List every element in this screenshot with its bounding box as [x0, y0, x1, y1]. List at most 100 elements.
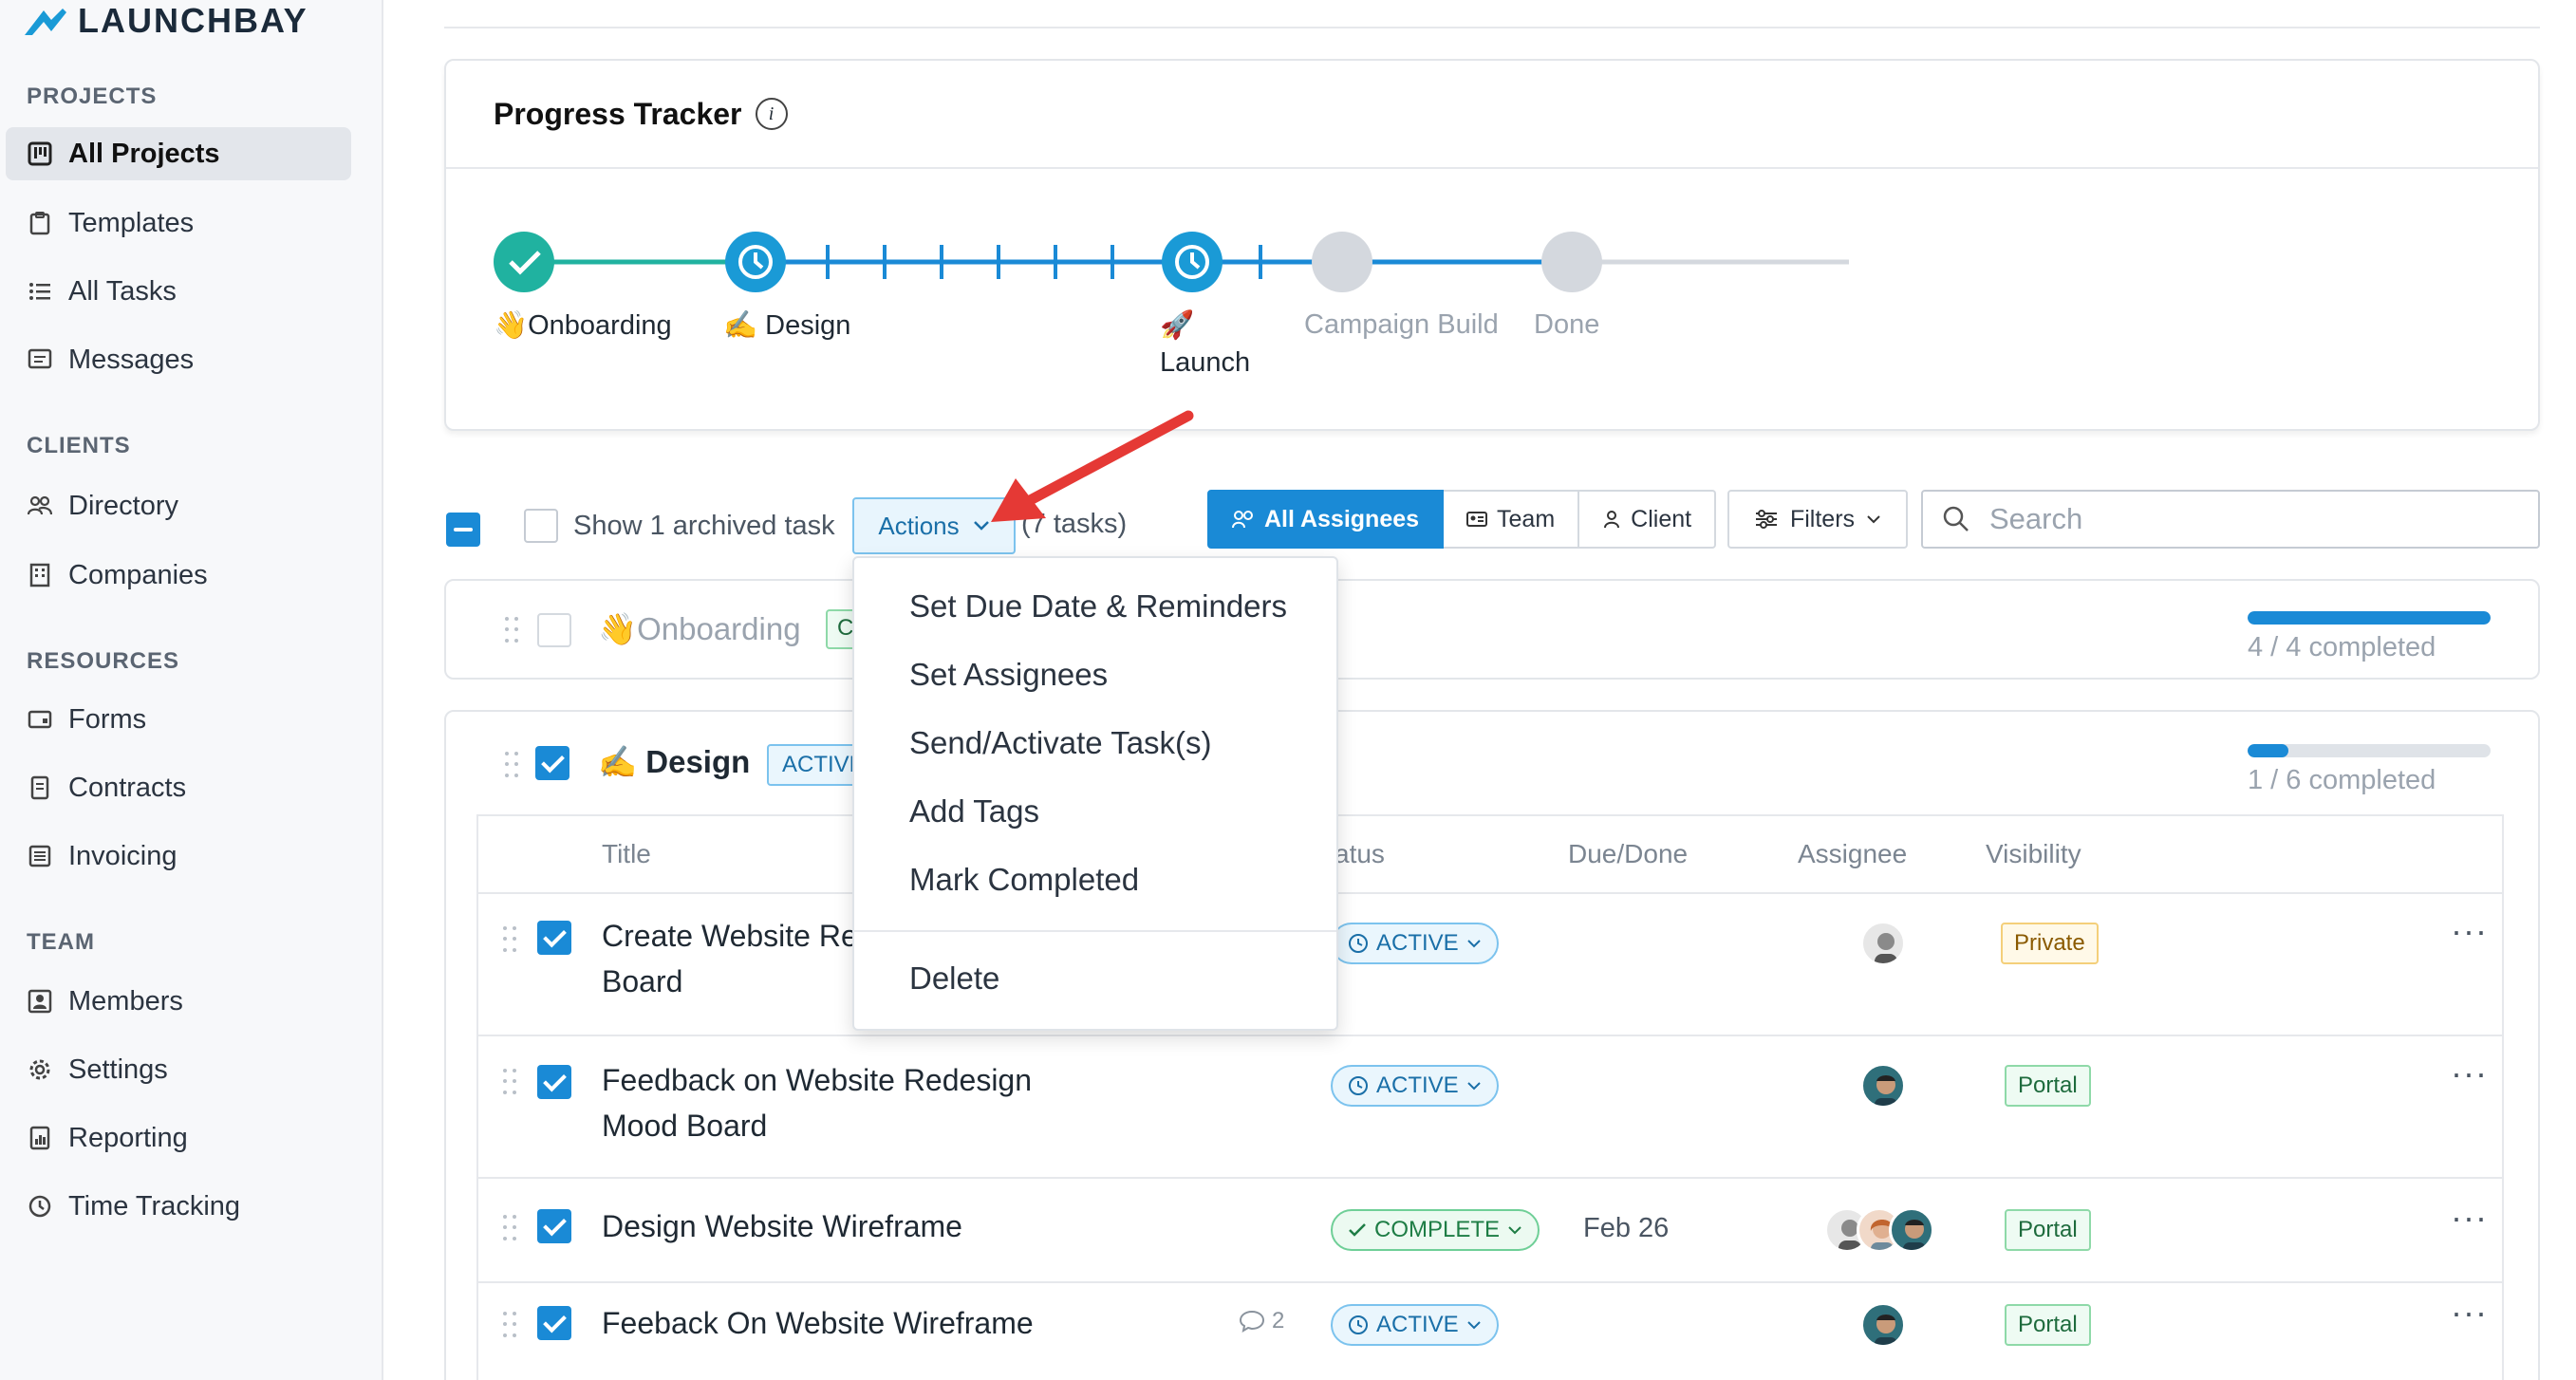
assignee-filter-group: All Assignees Team Client: [1207, 490, 1717, 549]
column-header-title[interactable]: Title: [602, 839, 651, 869]
app-logo[interactable]: LAUNCHBAY: [23, 0, 308, 42]
due-date[interactable]: Feb 26: [1583, 1213, 1669, 1244]
section-title-projects: PROJECTS: [27, 84, 158, 109]
building-icon: [27, 562, 53, 588]
menu-item-set-due-date[interactable]: Set Due Date & Reminders: [909, 588, 1287, 625]
more-options-icon[interactable]: ···: [2451, 1054, 2488, 1093]
drag-handle-icon[interactable]: [503, 1215, 518, 1243]
visibility-badge[interactable]: Portal: [2005, 1304, 2091, 1346]
comment-count-label: 2: [1272, 1308, 1285, 1333]
status-dropdown[interactable]: ACTIVE: [1331, 1065, 1499, 1107]
table-row[interactable]: Design Website Wireframe COMPLETE Feb 26…: [478, 1177, 2502, 1281]
column-header-status[interactable]: atus: [1335, 839, 1385, 869]
stage-dot-design[interactable]: [725, 232, 786, 292]
menu-item-add-tags[interactable]: Add Tags: [909, 793, 1039, 830]
stage-label-launch[interactable]: Launch: [1160, 347, 1250, 379]
column-header-visibility[interactable]: Visibility: [1986, 839, 2081, 869]
menu-divider: [854, 930, 1336, 932]
table-row[interactable]: Create Website Re Board ACTIVE Private ·…: [478, 892, 2502, 1035]
sidebar-item-label: Contracts: [68, 772, 187, 803]
sidebar-item-forms[interactable]: Forms: [6, 693, 351, 746]
comment-count[interactable]: 2: [1238, 1308, 1284, 1334]
avatar[interactable]: [1860, 921, 1906, 966]
row-checkbox[interactable]: [537, 921, 571, 955]
stage-label-campaign-build[interactable]: Campaign Build: [1304, 309, 1499, 341]
row-checkbox[interactable]: [537, 1209, 571, 1243]
visibility-badge[interactable]: Portal: [2005, 1065, 2091, 1107]
sidebar-item-all-tasks[interactable]: All Tasks: [6, 265, 351, 318]
task-title[interactable]: Feeback On Website Wireframe: [602, 1300, 1034, 1346]
sliders-icon: [1755, 510, 1777, 529]
drag-handle-icon[interactable]: [505, 617, 520, 645]
stage-dot-done[interactable]: [1541, 232, 1602, 292]
show-archived-checkbox[interactable]: [524, 509, 558, 543]
avatar[interactable]: [1860, 1063, 1906, 1109]
sidebar-item-label: Messages: [68, 344, 195, 375]
stage-label-done[interactable]: Done: [1534, 309, 1599, 341]
sidebar-item-invoicing[interactable]: Invoicing: [6, 830, 351, 883]
row-checkbox[interactable]: [537, 1306, 571, 1340]
task-title[interactable]: Feedback on Website Redesign Mood Board: [602, 1057, 1032, 1148]
sidebar-item-contracts[interactable]: Contracts: [6, 761, 351, 814]
table-row[interactable]: Feedback on Website Redesign Mood Board …: [478, 1035, 2502, 1177]
menu-item-send-activate[interactable]: Send/Activate Task(s): [909, 725, 1212, 761]
status-dropdown[interactable]: COMPLETE: [1331, 1209, 1540, 1251]
more-options-icon[interactable]: ···: [2451, 1293, 2488, 1333]
stage-dot-launch[interactable]: [1162, 232, 1223, 292]
sidebar-item-templates[interactable]: Templates: [6, 196, 351, 250]
tab-all-assignees[interactable]: All Assignees: [1207, 490, 1445, 549]
sidebar-item-settings[interactable]: Settings: [6, 1043, 351, 1096]
sidebar-item-directory[interactable]: Directory: [6, 479, 351, 532]
menu-item-mark-completed[interactable]: Mark Completed: [909, 862, 1139, 898]
annotation-arrow-icon: [991, 410, 1194, 522]
sidebar-item-all-projects[interactable]: All Projects: [6, 127, 351, 180]
visibility-badge[interactable]: Portal: [2005, 1209, 2091, 1251]
filters-button[interactable]: Filters: [1727, 490, 1908, 549]
search-input[interactable]: [1989, 502, 2521, 536]
sidebar-item-time-tracking[interactable]: Time Tracking: [6, 1180, 351, 1233]
group-checkbox[interactable]: [535, 746, 569, 780]
avatar[interactable]: [1889, 1207, 1934, 1253]
tracker-timeline: [494, 232, 1849, 292]
check-icon: [1349, 1223, 1366, 1237]
sidebar-item-label: Time Tracking: [68, 1190, 241, 1221]
drag-handle-icon[interactable]: [505, 752, 520, 780]
row-checkbox[interactable]: [537, 1065, 571, 1099]
menu-item-delete[interactable]: Delete: [909, 960, 999, 997]
launchbay-logo-icon: [25, 9, 66, 35]
drag-handle-icon[interactable]: [503, 1069, 518, 1097]
tab-client[interactable]: Client: [1579, 490, 1717, 549]
status-dropdown[interactable]: ACTIVE: [1331, 1304, 1499, 1346]
avatar[interactable]: [1860, 1302, 1906, 1348]
tab-team[interactable]: Team: [1444, 490, 1580, 549]
show-archived-label[interactable]: Show 1 archived task: [573, 511, 835, 542]
group-name[interactable]: 👋Onboarding: [598, 611, 801, 648]
task-title[interactable]: Create Website Re Board: [602, 913, 858, 1004]
stage-dot-campaign-build[interactable]: [1312, 232, 1372, 292]
column-header-due[interactable]: Due/Done: [1568, 839, 1688, 869]
table-row[interactable]: Feeback On Website Wireframe 2 ACTIVE Po…: [478, 1281, 2502, 1380]
stage-label-onboarding[interactable]: 👋Onboarding: [494, 309, 672, 342]
group-checkbox[interactable]: [537, 613, 571, 647]
clock-icon: [1349, 934, 1368, 953]
stage-label-design[interactable]: ✍️ Design: [723, 309, 850, 342]
select-all-checkbox[interactable]: [446, 513, 480, 547]
sidebar-item-members[interactable]: Members: [6, 975, 351, 1028]
drag-handle-icon[interactable]: [503, 926, 518, 955]
more-options-icon[interactable]: ···: [2451, 911, 2488, 951]
task-title[interactable]: Design Website Wireframe: [602, 1203, 962, 1249]
sidebar-item-companies[interactable]: Companies: [6, 549, 351, 602]
actions-menu: Set Due Date & Reminders Set Assignees S…: [852, 556, 1338, 1031]
menu-item-set-assignees[interactable]: Set Assignees: [909, 657, 1108, 693]
group-name[interactable]: ✍️ Design: [598, 744, 750, 781]
status-dropdown[interactable]: ACTIVE: [1331, 923, 1499, 964]
more-options-icon[interactable]: ···: [2451, 1198, 2488, 1238]
sidebar-item-messages[interactable]: Messages: [6, 333, 351, 386]
visibility-badge[interactable]: Private: [2001, 923, 2099, 964]
sidebar-item-reporting[interactable]: Reporting: [6, 1111, 351, 1165]
report-icon: [27, 1125, 53, 1151]
column-header-assignee[interactable]: Assignee: [1798, 839, 1907, 869]
stage-dot-onboarding[interactable]: [494, 232, 554, 292]
drag-handle-icon[interactable]: [503, 1312, 518, 1340]
tab-label: All Assignees: [1264, 505, 1420, 532]
